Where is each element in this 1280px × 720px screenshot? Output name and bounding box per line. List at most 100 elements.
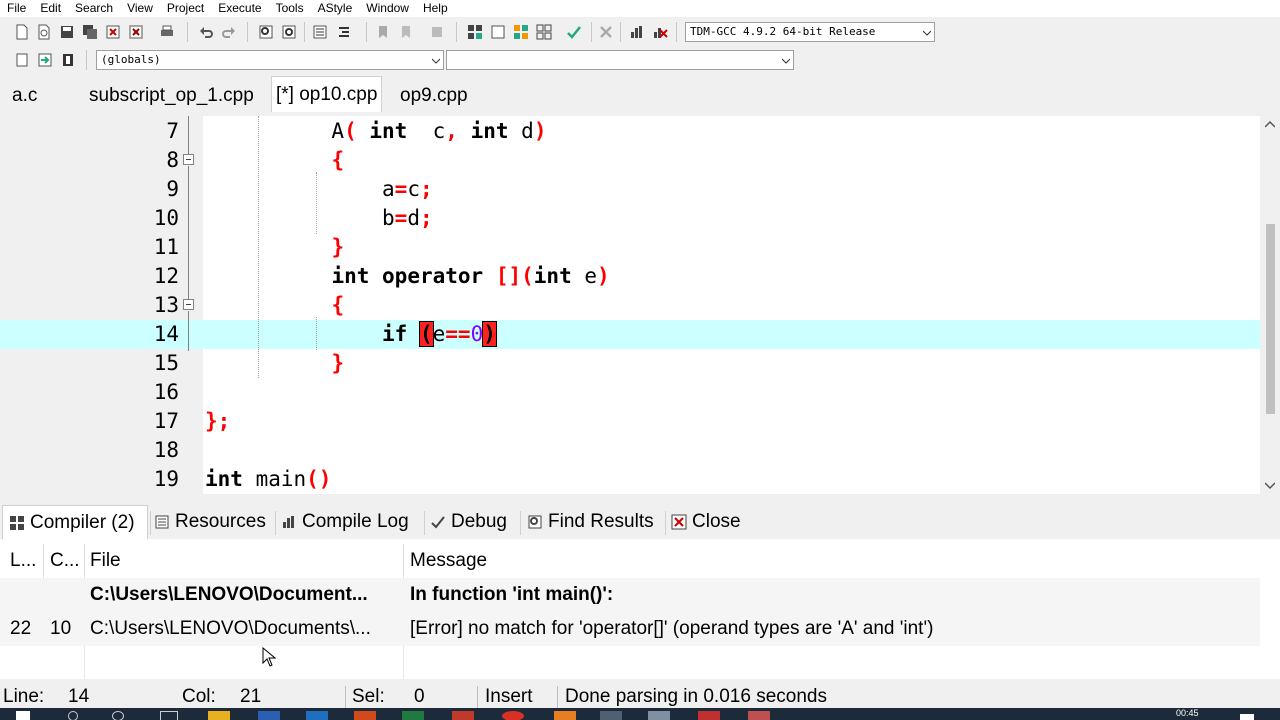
menu-window[interactable]: Window <box>359 0 416 17</box>
column-header-col[interactable]: C... <box>50 544 80 578</box>
bookmark-icon[interactable] <box>59 51 77 69</box>
menu-edit[interactable]: Edit <box>33 0 68 17</box>
vlc-icon[interactable] <box>554 711 576 720</box>
rebuild-icon[interactable] <box>535 23 553 41</box>
menu-view[interactable]: View <box>120 0 160 17</box>
goto-line-icon[interactable] <box>428 23 446 41</box>
editor-scrollbar[interactable] <box>1260 116 1280 494</box>
menu-bar: File Edit Search View Project Execute To… <box>0 0 1280 17</box>
undo-icon[interactable] <box>197 23 215 41</box>
line-number: 12 <box>153 264 179 288</box>
chevron-down-icon[interactable] <box>1265 482 1275 490</box>
goto-bookmark-icon[interactable] <box>397 23 415 41</box>
scope-select[interactable]: (globals) <box>96 50 444 70</box>
status-col-label: Col: <box>182 686 216 707</box>
tab-debug[interactable]: Debug <box>430 505 507 539</box>
tab-subscript-op-1[interactable]: subscript_op_1.cpp <box>85 78 258 112</box>
word-icon[interactable] <box>258 711 280 720</box>
search-icon[interactable] <box>68 711 78 720</box>
edge-icon[interactable] <box>306 711 328 720</box>
output-panel-tabs: Compiler (2) Resources Compile Log Debug… <box>0 505 1280 539</box>
profile-icon[interactable] <box>628 23 646 41</box>
column-header-line[interactable]: L... <box>10 544 36 578</box>
column-header-file[interactable]: File <box>90 544 121 578</box>
menu-project[interactable]: Project <box>160 0 211 17</box>
tab-find-results[interactable]: Find Results <box>527 505 654 539</box>
insert-icon[interactable] <box>13 51 31 69</box>
chrome-icon[interactable] <box>502 711 524 720</box>
delete-profile-icon[interactable] <box>651 23 669 41</box>
menu-astyle[interactable]: AStyle <box>311 0 360 17</box>
menu-search[interactable]: Search <box>68 0 120 17</box>
file-explorer-icon[interactable] <box>208 711 230 720</box>
tab-op10[interactable]: [*] op10.cpp <box>271 76 383 112</box>
compile-icon[interactable] <box>466 23 484 41</box>
scrollbar-thumb[interactable] <box>1266 224 1275 414</box>
fold-toggle-icon[interactable] <box>183 299 194 310</box>
code-line: 11 } <box>0 233 1260 262</box>
start-icon[interactable] <box>16 711 30 720</box>
compile-run-icon[interactable] <box>512 23 530 41</box>
close-file-icon[interactable] <box>104 23 122 41</box>
save-icon[interactable] <box>58 23 76 41</box>
excel-icon[interactable] <box>402 711 424 720</box>
grid-icon <box>10 515 24 530</box>
window-icon[interactable] <box>648 711 670 720</box>
line-number: 15 <box>153 351 179 375</box>
code-text: { <box>331 293 345 317</box>
close-all-icon[interactable] <box>127 23 145 41</box>
member-select[interactable] <box>446 50 794 70</box>
menu-help[interactable]: Help <box>416 0 455 17</box>
tab-a-c[interactable]: a.c <box>8 78 41 112</box>
resources-icon <box>155 515 169 529</box>
tab-compile-log[interactable]: Compile Log <box>281 505 409 539</box>
syntax-check-icon[interactable] <box>565 23 583 41</box>
scope-select-value: (globals) <box>101 53 161 66</box>
print-icon[interactable] <box>158 23 176 41</box>
stop-execution-icon[interactable] <box>597 23 615 41</box>
cortana-icon[interactable] <box>112 711 124 720</box>
goto-icon[interactable] <box>36 51 54 69</box>
open-file-icon[interactable] <box>35 23 53 41</box>
tab-op9[interactable]: op9.cpp <box>396 78 472 112</box>
tab-resources[interactable]: Resources <box>153 505 266 539</box>
fold-toggle-icon[interactable] <box>183 154 194 165</box>
menu-execute[interactable]: Execute <box>211 0 268 17</box>
devcpp-icon[interactable] <box>600 711 622 720</box>
save-all-icon[interactable] <box>81 23 99 41</box>
toggle-bookmark-icon[interactable] <box>374 23 392 41</box>
powerpoint-icon[interactable] <box>354 711 376 720</box>
code-editor[interactable]: 7 A( int c, int d) 8 { 9 a=c; 10 b=d; 11… <box>0 116 1260 494</box>
notification-icon[interactable] <box>1240 714 1254 720</box>
table-row[interactable]: C:\Users\LENOVO\Document... In function … <box>0 578 1260 612</box>
task-view-icon[interactable] <box>160 711 178 720</box>
tab-compiler[interactable]: Compiler (2) <box>2 505 148 539</box>
calendar-icon[interactable] <box>748 711 770 720</box>
code-text: int main() <box>205 467 332 491</box>
current-code-line: 14 if (e==0) <box>0 320 1260 349</box>
unindent-icon[interactable] <box>335 23 353 41</box>
column-header-message[interactable]: Message <box>410 544 487 578</box>
replace-icon[interactable] <box>280 23 298 41</box>
code-text: } <box>331 351 345 375</box>
menu-tools[interactable]: Tools <box>269 0 311 17</box>
compiler-select[interactable]: TDM-GCC 4.9.2 64-bit Release <box>685 22 935 42</box>
find-icon[interactable] <box>257 23 275 41</box>
run-icon[interactable] <box>489 23 507 41</box>
code-line: 15 } <box>0 349 1260 378</box>
line-number: 8 <box>166 148 179 172</box>
indent-icon[interactable] <box>311 23 329 41</box>
pdf-icon[interactable] <box>452 711 474 720</box>
cell-col: 10 <box>50 618 72 639</box>
chevron-up-icon[interactable] <box>1265 120 1275 128</box>
line-number: 9 <box>166 177 179 201</box>
clock[interactable]: 00:45 <box>1176 708 1199 718</box>
app-icon[interactable] <box>698 711 720 720</box>
table-row[interactable]: 22 10 C:\Users\LENOVO\Documents\... [Err… <box>0 612 1260 646</box>
menu-file[interactable]: File <box>0 0 33 17</box>
new-file-icon[interactable] <box>13 23 31 41</box>
chevron-down-icon <box>432 58 440 64</box>
tab-close[interactable]: Close <box>671 505 741 539</box>
tab-resources-label: Resources <box>175 511 266 532</box>
redo-icon[interactable] <box>220 23 238 41</box>
